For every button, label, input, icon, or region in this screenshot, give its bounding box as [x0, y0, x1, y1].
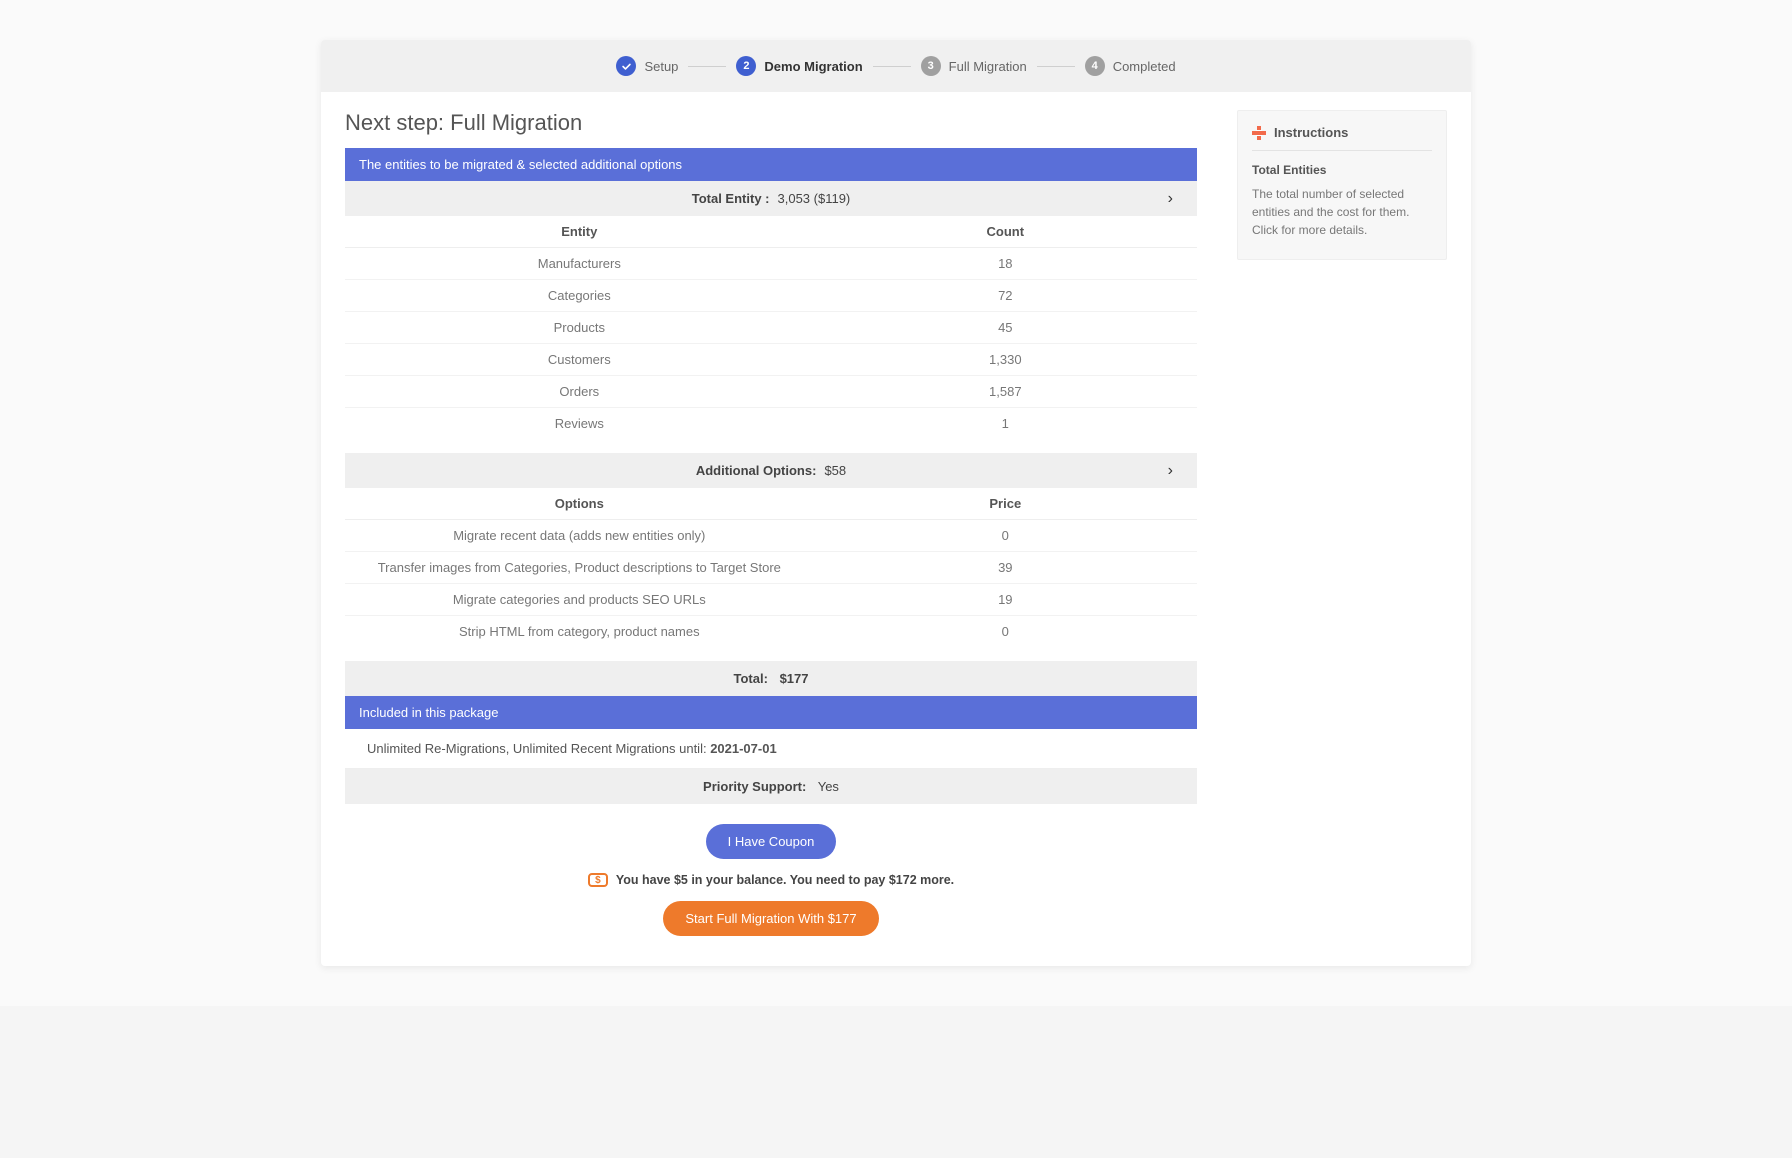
entity-name: Manufacturers: [345, 248, 814, 280]
package-inclusion-line: Unlimited Re-Migrations, Unlimited Recen…: [345, 729, 1197, 769]
coupon-button[interactable]: I Have Coupon: [706, 824, 837, 859]
entities-table: Entity Count Manufacturers18Categories72…: [345, 216, 1197, 439]
actions: I Have Coupon $ You have $5 in your bala…: [345, 804, 1197, 936]
instructions-body: The total number of selected entities an…: [1252, 185, 1432, 239]
instructions-subhead: Total Entities: [1252, 163, 1432, 177]
step-number-icon: 2: [736, 56, 756, 76]
table-row: Customers1,330: [345, 344, 1197, 376]
option-name: Migrate categories and products SEO URLs: [345, 584, 814, 616]
entity-count: 1: [814, 408, 1197, 440]
step-label: Full Migration: [949, 59, 1027, 74]
entity-count: 72: [814, 280, 1197, 312]
table-row: Orders1,587: [345, 376, 1197, 408]
total-label: Total:: [734, 671, 768, 686]
entity-count: 1,587: [814, 376, 1197, 408]
col-count: Count: [814, 216, 1197, 248]
table-row: Migrate categories and products SEO URLs…: [345, 584, 1197, 616]
additional-options-row[interactable]: Additional Options: $58 ›: [345, 453, 1197, 488]
step-number-icon: 3: [921, 56, 941, 76]
step-completed[interactable]: 4 Completed: [1085, 56, 1176, 76]
step-separator: [688, 66, 726, 67]
entity-name: Reviews: [345, 408, 814, 440]
additional-options-value: $58: [824, 463, 846, 478]
option-price: 0: [814, 520, 1197, 552]
option-name: Strip HTML from category, product names: [345, 616, 814, 648]
step-number-icon: 4: [1085, 56, 1105, 76]
page-title: Next step: Full Migration: [345, 110, 1197, 136]
balance-text: You have $5 in your balance. You need to…: [616, 873, 954, 887]
migration-card: Setup 2 Demo Migration 3 Full Migration …: [321, 40, 1471, 966]
entity-name: Customers: [345, 344, 814, 376]
total-entity-value: 3,053 ($119): [778, 191, 851, 206]
check-icon: [616, 56, 636, 76]
chevron-right-icon[interactable]: ›: [1168, 462, 1173, 480]
total-entity-row[interactable]: Total Entity : 3,053 ($119) ›: [345, 181, 1197, 216]
table-row: Manufacturers18: [345, 248, 1197, 280]
total-entity-label: Total Entity :: [692, 191, 770, 206]
col-options: Options: [345, 488, 814, 520]
priority-support-row: Priority Support: Yes: [345, 769, 1197, 804]
option-price: 39: [814, 552, 1197, 584]
step-label: Demo Migration: [764, 59, 862, 74]
priority-support-value: Yes: [818, 779, 839, 794]
entities-panel-header: The entities to be migrated & selected a…: [345, 148, 1197, 181]
entity-name: Products: [345, 312, 814, 344]
grand-total-row: Total: $177: [345, 661, 1197, 696]
step-label: Setup: [644, 59, 678, 74]
money-icon: $: [588, 873, 608, 887]
balance-line: $ You have $5 in your balance. You need …: [345, 873, 1197, 887]
package-date: 2021-07-01: [710, 741, 777, 756]
start-migration-button[interactable]: Start Full Migration With $177: [663, 901, 878, 936]
step-separator: [1037, 66, 1075, 67]
stepper: Setup 2 Demo Migration 3 Full Migration …: [321, 40, 1471, 92]
option-price: 0: [814, 616, 1197, 648]
main-content: Next step: Full Migration The entities t…: [345, 110, 1197, 936]
entity-count: 1,330: [814, 344, 1197, 376]
chevron-right-icon[interactable]: ›: [1168, 190, 1173, 208]
col-price: Price: [814, 488, 1197, 520]
instructions-title: Instructions: [1252, 125, 1432, 151]
step-demo-migration[interactable]: 2 Demo Migration: [736, 56, 862, 76]
step-separator: [873, 66, 911, 67]
col-entity: Entity: [345, 216, 814, 248]
step-full-migration[interactable]: 3 Full Migration: [921, 56, 1027, 76]
table-row: Reviews1: [345, 408, 1197, 440]
step-label: Completed: [1113, 59, 1176, 74]
total-value: $177: [780, 671, 809, 686]
option-price: 19: [814, 584, 1197, 616]
package-header: Included in this package: [345, 696, 1197, 729]
table-row: Categories72: [345, 280, 1197, 312]
table-row: Transfer images from Categories, Product…: [345, 552, 1197, 584]
additional-options-label: Additional Options:: [696, 463, 817, 478]
package-line-prefix: Unlimited Re-Migrations, Unlimited Recen…: [367, 741, 710, 756]
priority-support-label: Priority Support:: [703, 779, 806, 794]
table-row: Migrate recent data (adds new entities o…: [345, 520, 1197, 552]
step-setup[interactable]: Setup: [616, 56, 678, 76]
option-name: Migrate recent data (adds new entities o…: [345, 520, 814, 552]
instructions-title-text: Instructions: [1274, 125, 1348, 140]
entity-name: Orders: [345, 376, 814, 408]
instructions-icon: [1252, 126, 1266, 140]
table-row: Products45: [345, 312, 1197, 344]
entity-count: 18: [814, 248, 1197, 280]
option-name: Transfer images from Categories, Product…: [345, 552, 814, 584]
entity-name: Categories: [345, 280, 814, 312]
table-row: Strip HTML from category, product names0: [345, 616, 1197, 648]
options-table: Options Price Migrate recent data (adds …: [345, 488, 1197, 647]
entity-count: 45: [814, 312, 1197, 344]
instructions-panel: Instructions Total Entities The total nu…: [1237, 110, 1447, 260]
